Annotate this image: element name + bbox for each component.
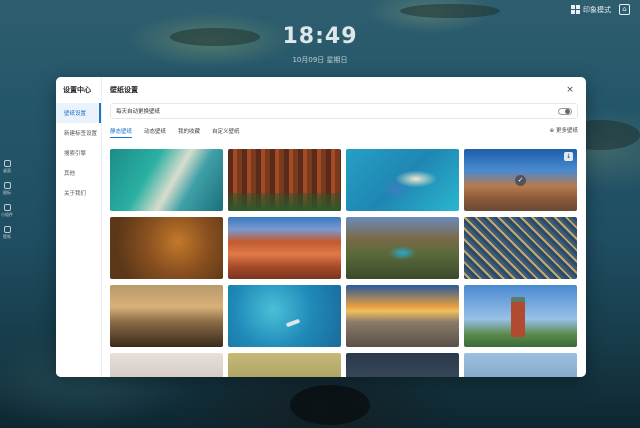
sidebar-title: 设置中心 [63, 86, 91, 94]
dock-item-label: 桌面 [3, 168, 11, 173]
more-wallpapers-button[interactable]: ⊕ 更多壁纸 [550, 126, 578, 134]
sidebar-item-about[interactable]: 关于我们 [56, 183, 101, 203]
auto-change-label: 每天自动更换壁纸 [116, 109, 161, 115]
desktop-icon [3, 160, 11, 167]
dock-item-wallpaper[interactable]: 壁纸 [3, 226, 11, 240]
tab-custom[interactable]: 自定义壁纸 [212, 127, 240, 138]
clock-time: 18:49 [282, 24, 358, 49]
wallpaper-tabs: 静态壁纸 动态壁纸 我的收藏 自定义壁纸 ⊕ 更多壁纸 [110, 126, 578, 138]
close-icon[interactable]: × [564, 85, 576, 95]
tab-static[interactable]: 静态壁纸 [110, 127, 133, 138]
sidebar-item-wallpaper[interactable]: 壁纸设置 [56, 103, 101, 123]
sidebar-item-search-engine[interactable]: 搜索引擎 [56, 143, 101, 163]
tab-dynamic[interactable]: 动态壁纸 [144, 127, 166, 138]
icons-icon [3, 182, 11, 189]
settings-sidebar: 设置中心 壁纸设置 新建标签设置 搜索引擎 其他 关于我们 [56, 77, 102, 377]
wallpaper-icon [3, 226, 11, 233]
auto-change-row: 每天自动更换壁纸 [110, 103, 578, 119]
panel-header: 壁纸设置 × [110, 77, 578, 103]
dock-item-label: 图标 [3, 190, 11, 195]
settings-main: 壁纸设置 × 每天自动更换壁纸 静态壁纸 动态壁纸 我的收藏 自定义壁纸 ⊕ 更… [102, 77, 586, 377]
left-dock: 桌面 图标 小组件 壁纸 [0, 160, 14, 240]
desktop-background-rock [290, 385, 370, 425]
settings-modal: 设置中心 壁纸设置 新建标签设置 搜索引擎 其他 关于我们 壁纸设置 × 每天自… [56, 77, 586, 377]
dock-item-icons[interactable]: 图标 [3, 182, 11, 196]
desktop-background-rock [400, 4, 500, 18]
sidebar-item-new-tab[interactable]: 新建标签设置 [56, 123, 101, 143]
dock-item-widgets[interactable]: 小组件 [1, 204, 13, 218]
dock-item-label: 小组件 [1, 212, 13, 217]
mode-switch[interactable]: 印象模式 [571, 5, 611, 15]
clock-date: 10月09日 星期日 [292, 56, 348, 64]
grid-icon [571, 5, 580, 14]
dock-item-label: 壁纸 [3, 234, 11, 239]
top-bar: 印象模式 ⌂ [571, 4, 630, 15]
dock-item-desktop[interactable]: 桌面 [3, 160, 11, 174]
auto-change-toggle[interactable] [558, 107, 572, 115]
tab-favorites[interactable]: 我的收藏 [178, 127, 200, 138]
panel-title: 壁纸设置 [110, 86, 138, 94]
sidebar-item-other[interactable]: 其他 [56, 163, 101, 183]
widgets-icon [3, 204, 11, 211]
home-icon[interactable]: ⌂ [619, 4, 630, 15]
mode-label: 印象模式 [583, 5, 611, 14]
